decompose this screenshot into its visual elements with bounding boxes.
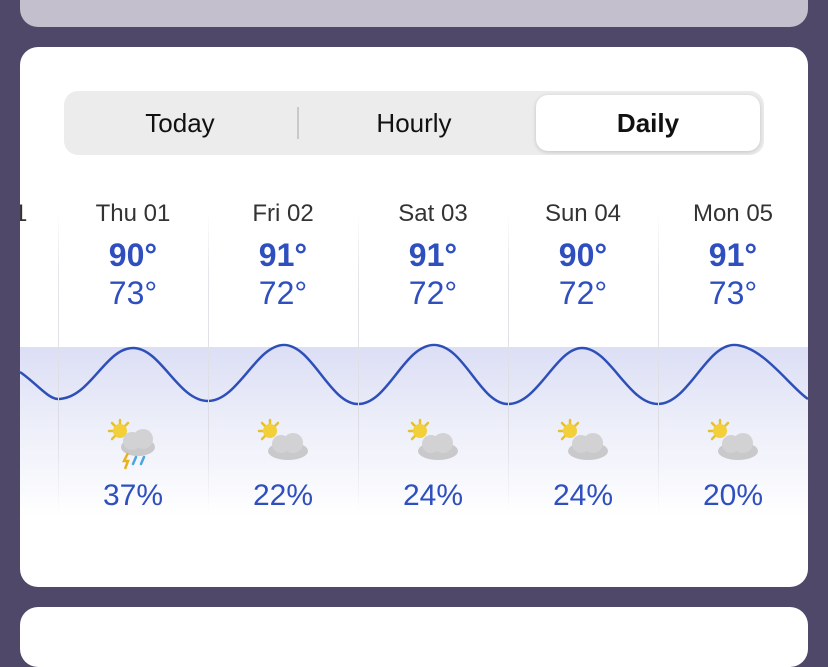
day-label: Sun 04 <box>544 200 622 227</box>
high-temp: 91° <box>708 237 758 273</box>
high-temp: 90° <box>108 237 158 273</box>
day-column-sat[interactable]: Sat 03 91° 72° 24% <box>358 197 508 512</box>
precip-chance: 22% <box>252 479 314 512</box>
precip-chance: 24% <box>402 479 464 512</box>
precip-chance: 37% <box>102 479 164 512</box>
day-label: Fri 02 <box>252 200 314 227</box>
low-temp: 72° <box>258 275 308 311</box>
partly-cloudy-icon <box>257 418 308 460</box>
day-column-fri[interactable]: Fri 02 91° 72° 22% <box>208 197 358 512</box>
partly-cloudy-icon <box>407 418 458 460</box>
day-column-sun[interactable]: Sun 04 90° 72° 24% <box>508 197 658 512</box>
low-temp: 72° <box>408 275 458 311</box>
day-column-thu[interactable]: Thu 01 90° 73° 37% <box>58 197 208 512</box>
low-temp: 73° <box>708 275 758 311</box>
day-label: Mon 05 <box>692 200 774 227</box>
low-temp: 73° <box>108 275 158 311</box>
partial-day-label: 1 <box>20 200 28 227</box>
next-card <box>20 607 808 667</box>
temperature-wave <box>20 343 808 406</box>
day-label: Thu 01 <box>95 200 171 227</box>
daily-forecast-strip[interactable]: 1 Thu 01 90° 73° 37% Fri 02 91° 72° 22% … <box>20 47 808 587</box>
low-temp: 72° <box>558 275 608 311</box>
high-temp: 91° <box>408 237 458 273</box>
daily-forecast-card: Today Hourly Daily 1 Thu 01 90° 73° 37% … <box>20 47 808 587</box>
precip-chance: 24% <box>552 479 614 512</box>
previous-card <box>20 0 808 27</box>
partly-cloudy-icon <box>707 418 758 460</box>
partly-cloudy-icon <box>557 418 608 460</box>
day-column-mon[interactable]: Mon 05 91° 73° 20% <box>658 197 808 512</box>
precip-chance: 20% <box>702 479 764 512</box>
high-temp: 91° <box>258 237 308 273</box>
day-label: Sat 03 <box>398 200 468 227</box>
thunderstorm-icon <box>107 418 155 470</box>
high-temp: 90° <box>558 237 608 273</box>
